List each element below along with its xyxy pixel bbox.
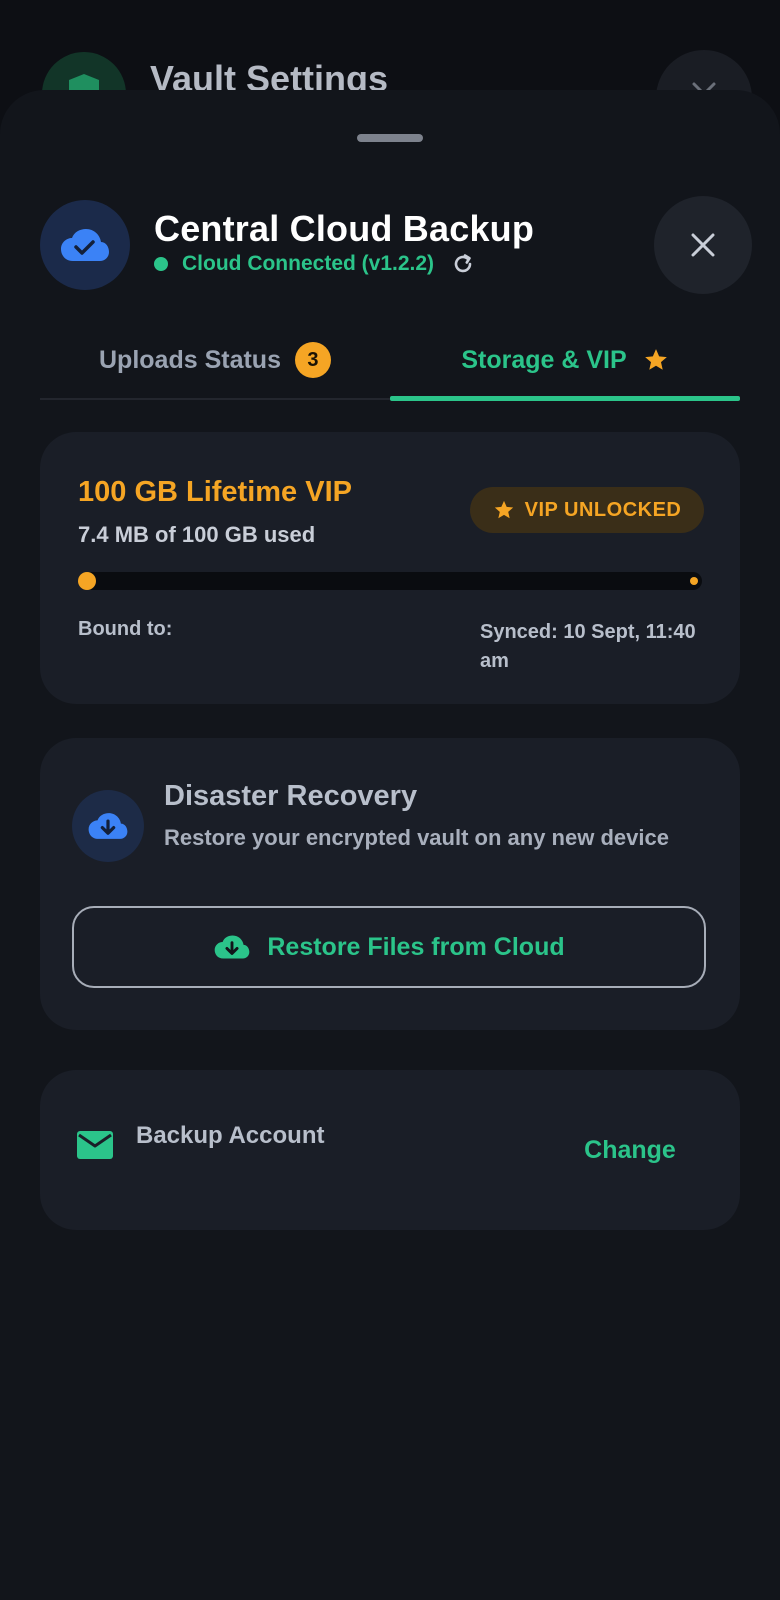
- storage-progress-bar: [78, 572, 702, 590]
- cloud-download-icon: [215, 935, 250, 959]
- close-icon: [691, 233, 715, 257]
- mail-icon: [76, 1130, 114, 1160]
- sheet-drag-handle[interactable]: [357, 134, 423, 142]
- tab-bar: Uploads Status 3 Storage & VIP: [40, 320, 740, 401]
- cloud-check-icon: [40, 200, 130, 290]
- cloud-backup-sheet: Central Cloud Backup Cloud Connected (v1…: [0, 90, 780, 1600]
- change-account-button[interactable]: Change: [540, 1130, 720, 1170]
- tab-storage-vip[interactable]: Storage & VIP: [390, 320, 740, 400]
- storage-progress-fill: [78, 572, 96, 590]
- star-icon: [643, 347, 669, 373]
- restore-files-button[interactable]: Restore Files from Cloud: [72, 906, 706, 988]
- recovery-description: Restore your encrypted vault on any new …: [164, 825, 669, 850]
- restore-files-label: Restore Files from Cloud: [267, 932, 565, 961]
- bound-to-label: Bound to:: [78, 618, 173, 640]
- tab-label: Storage & VIP: [461, 345, 627, 374]
- active-tab-indicator: [390, 396, 740, 401]
- disaster-recovery-card: Disaster Recovery Restore your encrypted…: [40, 738, 740, 1030]
- close-button[interactable]: [654, 196, 752, 294]
- cloud-download-icon: [72, 790, 144, 862]
- last-synced-text: Synced: 10 Sept, 11:40 am: [480, 621, 696, 672]
- backup-account-card: Backup Account Change: [40, 1070, 740, 1230]
- plan-title: 100 GB Lifetime VIP: [78, 476, 352, 508]
- vip-status-badge: VIP UNLOCKED: [470, 487, 704, 533]
- tab-uploads-status[interactable]: Uploads Status 3: [40, 320, 390, 400]
- recovery-title: Disaster Recovery: [164, 780, 418, 812]
- connection-status: Cloud Connected (v1.2.2): [154, 252, 474, 276]
- sheet-title: Central Cloud Backup: [154, 208, 535, 249]
- storage-card: 100 GB Lifetime VIP 7.4 MB of 100 GB use…: [40, 432, 740, 704]
- connection-status-text: Cloud Connected (v1.2.2): [182, 252, 435, 275]
- star-icon: [494, 500, 513, 519]
- uploads-count-badge: 3: [294, 342, 331, 378]
- status-dot: [154, 257, 168, 271]
- storage-usage-text: 7.4 MB of 100 GB used: [78, 522, 316, 547]
- tab-label: Uploads Status: [99, 345, 281, 374]
- backup-account-label: Backup Account: [136, 1122, 325, 1149]
- storage-progress-end: [690, 577, 698, 585]
- vip-status-text: VIP UNLOCKED: [524, 498, 682, 521]
- refresh-icon[interactable]: [452, 253, 474, 275]
